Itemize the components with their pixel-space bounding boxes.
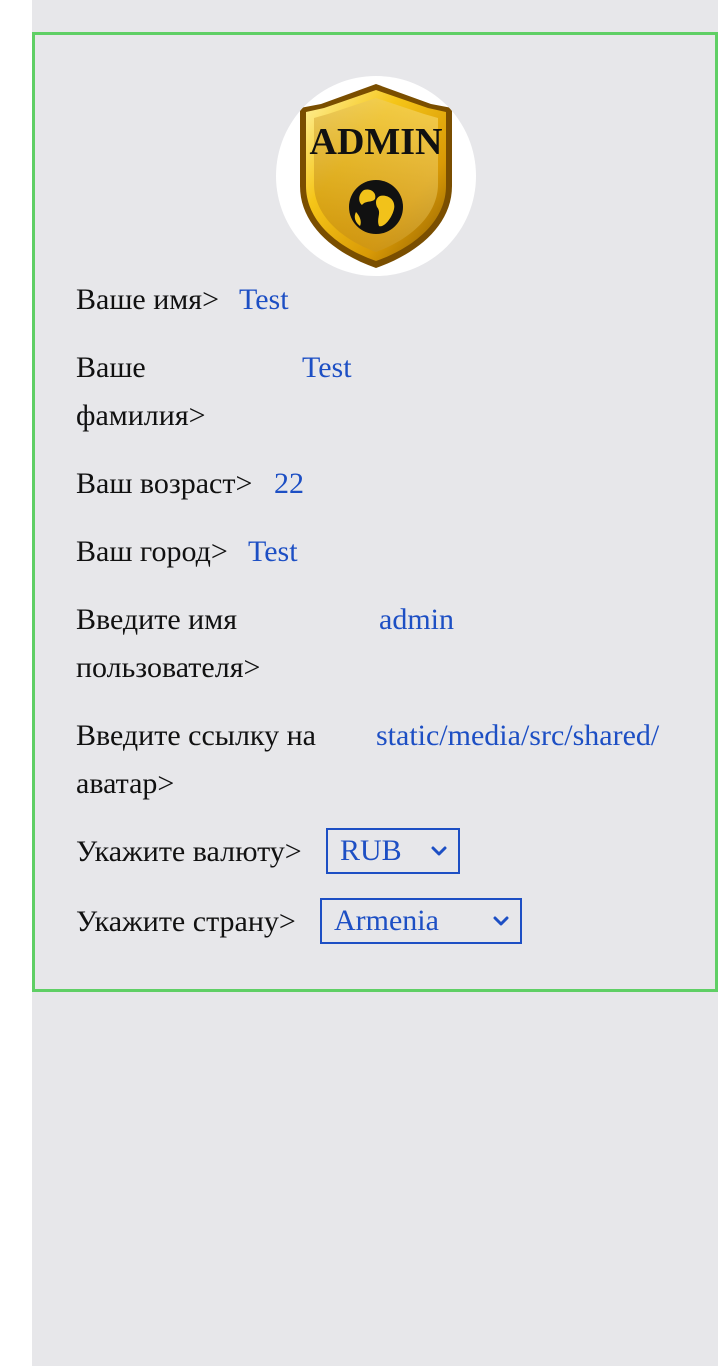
avatar-badge-text: ADMIN	[310, 121, 443, 163]
first-name-value[interactable]: Test	[239, 276, 539, 324]
profile-card: ADMIN Ваше имя> Test Ваше фамилия> Test …	[32, 32, 718, 992]
age-label: Ваш возраст>	[76, 467, 253, 500]
username-label-line2: пользователя>	[76, 651, 261, 684]
country-select[interactable]: Armenia	[320, 898, 522, 944]
last-name-value[interactable]: Test	[302, 344, 602, 392]
age-value[interactable]: 22	[274, 460, 574, 508]
currency-label: Укажите валюту>	[76, 835, 302, 868]
currency-select[interactable]: RUB	[326, 828, 460, 874]
admin-shield-globe-icon: ADMIN	[300, 84, 452, 268]
country-label: Укажите страну>	[76, 905, 296, 938]
avatar-link-label-line2: аватар>	[76, 767, 175, 800]
currency-selected-value: RUB	[340, 834, 402, 867]
chevron-down-icon	[431, 846, 447, 856]
city-value[interactable]: Test	[248, 528, 548, 576]
avatar-link-value[interactable]: static/media/src/shared/	[376, 712, 674, 760]
city-label: Ваш город>	[76, 535, 228, 568]
country-selected-value: Armenia	[334, 904, 439, 937]
last-name-label-line1: Ваше	[76, 351, 146, 384]
first-name-label: Ваше имя>	[76, 283, 219, 316]
last-name-label-line2: фамилия>	[76, 399, 206, 432]
avatar-link-label-line1: Введите ссылку на	[76, 719, 316, 752]
username-value[interactable]: admin	[379, 596, 679, 644]
username-label-line1: Введите имя	[76, 603, 238, 636]
chevron-down-icon	[493, 916, 509, 926]
avatar: ADMIN	[276, 76, 476, 276]
